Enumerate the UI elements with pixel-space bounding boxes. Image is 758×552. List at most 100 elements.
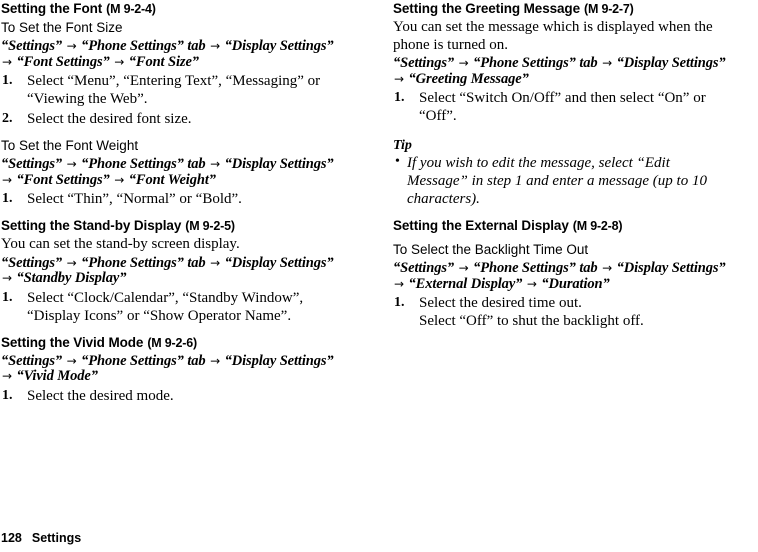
section-menu-code: (M 9-2-7) — [584, 2, 634, 16]
navpath-part: “Phone Settings” tab — [473, 55, 598, 71]
arrow-right-icon: → — [66, 39, 77, 53]
navpath-part: “Settings” — [1, 156, 63, 172]
arrow-right-icon: → — [526, 276, 537, 291]
navpath-part: “Display Settings” — [224, 156, 334, 172]
navigation-path-vivid-mode: “Settings” → “Phone Settings” tab → “Dis… — [1, 352, 341, 385]
section-heading-text: Setting the Font — [1, 1, 103, 16]
section-setting-the-greeting-message: Setting the Greeting Message (M 9-2-7) Yo… — [393, 0, 733, 208]
arrow-right-icon: → — [66, 157, 77, 171]
section-menu-code: (M 9-2-5) — [185, 219, 235, 233]
sub-heading-backlight-time-out: To Select the Backlight Time Out — [393, 242, 589, 257]
step-number: 1. — [2, 289, 13, 305]
step-text: Select the desired font size. — [27, 111, 192, 127]
step-text: Select the desired time out. — [419, 295, 582, 311]
navpath-part: “Phone Settings” tab — [473, 260, 598, 276]
arrow-right-icon: → — [602, 56, 613, 70]
navigation-path-font-weight: “Settings” → “Phone Settings” tab → “Dis… — [1, 156, 341, 188]
navpath-part: “Display Settings” — [616, 260, 726, 276]
step-text: Select “Switch On/Off” and then select “… — [419, 90, 706, 124]
section-heading-text: Setting the External Display — [393, 218, 569, 233]
arrow-right-icon: → — [602, 261, 613, 275]
step-number: 1. — [2, 191, 13, 206]
navpath-part: “Settings” — [1, 352, 63, 369]
sub-heading-font-size: To Set the Font Size — [1, 20, 123, 35]
step-item: 1. Select “Menu”, “Entering Text”, “Mess… — [1, 72, 341, 108]
step-item: 1. Select the desired mode. — [1, 387, 341, 405]
section-heading: Setting the Stand-by Display (M 9-2-5) — [1, 217, 341, 235]
tip-text: If you wish to edit the message, select … — [407, 155, 707, 207]
arrow-right-icon: → — [210, 353, 221, 368]
arrow-right-icon: → — [2, 54, 12, 69]
navpath-part: “Display Settings” — [224, 38, 334, 54]
navpath-part: “Font Settings” — [16, 171, 110, 188]
navigation-path-font-size: “Settings” → “Phone Settings” tab → “Dis… — [1, 38, 341, 70]
section-intro-text: You can set the message which is display… — [393, 19, 713, 53]
section-setting-the-external-display: Setting the External Display (M 9-2-8) To… — [393, 217, 733, 330]
left-column: Setting the Font (M 9-2-4) To Set the Fon… — [1, 0, 341, 405]
bullet-icon: • — [395, 154, 400, 169]
navpath-part: “Phone Settings” tab — [81, 254, 206, 271]
navpath-part: “Greeting Message” — [408, 70, 529, 87]
page-number: 128 — [1, 531, 22, 545]
step-text: Select “Clock/Calendar”, “Standby Window… — [27, 289, 304, 324]
step-number: 1. — [2, 73, 13, 88]
section-menu-code: (M 9-2-6) — [147, 335, 197, 350]
navpath-part: “Phone Settings” tab — [81, 352, 206, 369]
arrow-right-icon: → — [458, 261, 469, 275]
navpath-part: “Display Settings” — [224, 254, 334, 271]
arrow-right-icon: → — [210, 157, 221, 171]
navpath-part: “Duration” — [541, 275, 610, 292]
tip-list-item: • If you wish to edit the message, selec… — [393, 154, 733, 208]
tip-heading: Tip — [393, 138, 412, 153]
section-setting-the-font: Setting the Font (M 9-2-4) To Set the Fon… — [1, 0, 341, 208]
navigation-path-greeting-message: “Settings” → “Phone Settings” tab → “Dis… — [393, 55, 733, 87]
arrow-right-icon: → — [114, 54, 125, 69]
navpath-part: “Font Size” — [128, 53, 199, 70]
navpath-part: “Display Settings” — [616, 55, 726, 71]
navpath-part: “Standby Display” — [16, 270, 127, 286]
step-item: 1. Select “Clock/Calendar”, “Standby Win… — [1, 289, 341, 325]
arrow-right-icon: → — [210, 39, 221, 53]
navpath-part: “Settings” — [1, 38, 63, 54]
step-text: Select the desired mode. — [27, 387, 174, 404]
page-footer: 128 Settings — [1, 531, 81, 546]
navpath-part: “External Display” — [408, 275, 523, 292]
section-setting-the-stand-by-display: Setting the Stand-by Display (M 9-2-5) Yo… — [1, 217, 341, 325]
navpath-part: “Settings” — [393, 55, 455, 71]
navpath-part: “Vivid Mode” — [16, 368, 98, 384]
step-item: 1. Select “Switch On/Off” and then selec… — [393, 89, 733, 125]
arrow-right-icon: → — [2, 271, 12, 285]
step-text: Select “Thin”, “Normal” or “Bold”. — [27, 191, 242, 207]
navpath-part: “Phone Settings” tab — [81, 38, 206, 54]
section-heading: Setting the Vivid Mode (M 9-2-6) — [1, 334, 341, 352]
step-number: 1. — [2, 387, 13, 403]
arrow-right-icon: → — [66, 255, 77, 270]
section-heading: Setting the Greeting Message (M 9-2-7) — [393, 0, 733, 18]
section-menu-code: (M 9-2-4) — [106, 2, 156, 16]
section-heading: Setting the External Display (M 9-2-8) — [393, 217, 733, 235]
arrow-right-icon: → — [114, 172, 125, 187]
section-setting-the-vivid-mode: Setting the Vivid Mode (M 9-2-6) “Setting… — [1, 334, 341, 405]
navpath-part: “Display Settings” — [224, 352, 334, 369]
step-number: 1. — [394, 90, 405, 105]
arrow-right-icon: → — [394, 71, 404, 86]
arrow-right-icon: → — [458, 56, 469, 70]
arrow-right-icon: → — [2, 172, 12, 187]
arrow-right-icon: → — [394, 276, 404, 291]
section-heading-text: Setting the Vivid Mode — [1, 334, 144, 350]
section-heading-text: Setting the Greeting Message — [393, 1, 580, 16]
navigation-path-standby-display: “Settings” → “Phone Settings” tab → “Dis… — [1, 254, 341, 287]
section-heading-text: Setting the Stand-by Display — [1, 218, 182, 233]
arrow-right-icon: → — [66, 353, 77, 368]
sub-heading-font-weight: To Set the Font Weight — [1, 138, 139, 153]
chapter-name: Settings — [31, 531, 82, 545]
arrow-right-icon: → — [2, 369, 12, 383]
section-menu-code: (M 9-2-8) — [572, 219, 623, 233]
section-intro-text: You can set the stand-by screen display. — [1, 236, 240, 252]
navpath-part: “Settings” — [393, 260, 455, 276]
tip-block: Tip • If you wish to edit the message, s… — [393, 138, 733, 208]
